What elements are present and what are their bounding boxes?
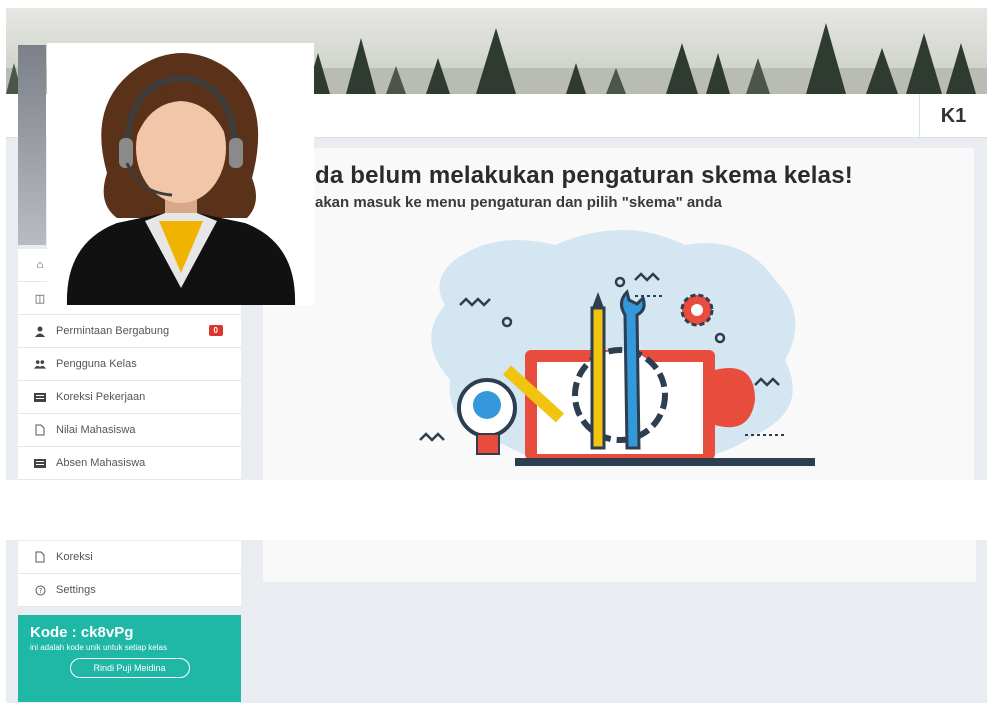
class-code-box: Kode : ck8vPg ini adalah kode unik untuk…: [18, 615, 241, 702]
file-icon: [34, 424, 46, 436]
sidebar-item-label: Koreksi Pekerjaan: [56, 391, 146, 403]
book-icon: ◫: [34, 292, 46, 305]
tools-illustration: [419, 230, 815, 466]
list-icon: [34, 391, 46, 403]
sidebar-item-label: Koreksi: [56, 551, 93, 563]
sidebar-item-student-attendance[interactable]: Absen Mahasiswa: [18, 447, 241, 480]
class-code-description: ini adalah kode unik untuk setiap kelas: [30, 643, 167, 652]
sidebar-item-label: Pengguna Kelas: [56, 358, 137, 370]
sidebar-item-label: Settings: [56, 584, 96, 596]
users-icon: [34, 358, 46, 370]
sidebar-item-student-grades[interactable]: Nilai Mahasiswa: [18, 414, 241, 447]
help-circle-icon: ?: [34, 584, 46, 596]
home-icon: ⌂: [36, 259, 44, 271]
sidebar-item-label: Permintaan Bergabung: [56, 325, 170, 337]
file-icon: [34, 551, 46, 563]
join-requests-badge: 0: [208, 325, 223, 336]
class-code: Kode : ck8vPg: [30, 624, 134, 641]
sidebar-item-join-requests[interactable]: Permintaan Bergabung 0: [18, 315, 241, 348]
svg-text:?: ?: [38, 587, 42, 595]
profile-photo: [18, 45, 46, 245]
user-name-button[interactable]: Rindi Puji Meidina: [69, 658, 190, 678]
sidebar-item-settings[interactable]: ? Settings: [18, 574, 241, 607]
class-name: K1: [919, 94, 987, 138]
sidebar-item-label: Absen Mahasiswa: [56, 457, 146, 469]
user-icon: [34, 325, 46, 337]
sidebar-item-label: Nilai Mahasiswa: [56, 424, 136, 436]
main-panel-bottom: [263, 540, 976, 582]
sidebar-item-class-users[interactable]: Pengguna Kelas: [18, 348, 241, 381]
blank-strip: [0, 480, 987, 540]
page-heading: da belum melakukan pengaturan skema kela…: [315, 162, 853, 189]
avatar: [47, 43, 314, 305]
list-icon: [34, 457, 46, 469]
sidebar-item-koreksi[interactable]: Koreksi: [18, 541, 241, 574]
sidebar-item-work-correction[interactable]: Koreksi Pekerjaan: [18, 381, 241, 414]
sidebar-menu-bottom: Koreksi ? Settings: [18, 541, 241, 607]
page-subheading: akan masuk ke menu pengaturan dan pilih …: [315, 194, 722, 211]
